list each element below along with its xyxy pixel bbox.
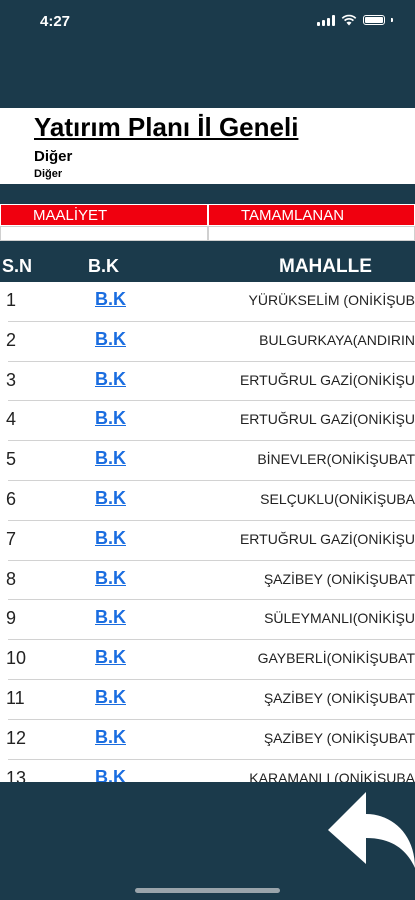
- header-panel: Yatırım Planı İl Geneli Diğer Diğer: [0, 108, 415, 184]
- row-mahalle: GAYBERLİ(ONİKİŞUBAT: [257, 650, 415, 667]
- row-bk-link[interactable]: B.K: [95, 488, 126, 509]
- row-bk-link[interactable]: B.K: [95, 289, 126, 310]
- row-sn: 13: [6, 767, 27, 782]
- home-indicator: [135, 888, 280, 893]
- wifi-icon: [341, 14, 357, 26]
- back-arrow-icon: [328, 792, 415, 868]
- column-header-bk: B.K: [88, 256, 119, 276]
- status-icons: [317, 14, 393, 26]
- row-bk-link[interactable]: B.K: [95, 767, 126, 782]
- table-row: 4 B.K ERTUĞRUL GAZİ(ONİKİŞU: [0, 401, 415, 441]
- table-row: 13 B.K KARAMANLI (ONİKİŞUBA: [0, 760, 415, 782]
- row-mahalle: SÜLEYMANLI(ONİKİŞU: [264, 610, 415, 627]
- row-bk-link[interactable]: B.K: [95, 607, 126, 628]
- table-row: 9 B.K SÜLEYMANLI(ONİKİŞU: [0, 600, 415, 640]
- row-bk-link[interactable]: B.K: [95, 408, 126, 429]
- row-bk-link[interactable]: B.K: [95, 369, 126, 390]
- row-bk-link[interactable]: B.K: [95, 687, 126, 708]
- battery-icon: [363, 15, 385, 25]
- status-time: 4:27: [40, 13, 71, 30]
- row-mahalle: ŞAZİBEY (ONİKİŞUBAT: [263, 729, 415, 746]
- row-sn: 6: [6, 488, 17, 509]
- table-row: 5 B.K BİNEVLER(ONİKİŞUBAT: [0, 441, 415, 481]
- row-sn: 2: [6, 329, 17, 350]
- row-bk-link[interactable]: B.K: [95, 448, 126, 469]
- row-sn: 5: [6, 449, 17, 470]
- row-mahalle: KARAMANLI (ONİKİŞUBA: [249, 769, 415, 782]
- table-row: 2 B.K BULGURKAYA(ANDIRIN: [0, 322, 415, 362]
- row-mahalle: ŞAZİBEY (ONİKİŞUBAT: [263, 570, 415, 587]
- summary-values: [0, 226, 415, 241]
- row-sn: 7: [6, 528, 17, 549]
- table-row: 1 B.K YÜRÜKSELİM (ONİKİŞUB: [0, 282, 415, 322]
- summary-header-tamamlanan: TAMAMLANAN: [208, 204, 415, 226]
- battery-tip: [391, 18, 393, 22]
- subtitle: Diğer: [34, 148, 73, 165]
- row-sn: 10: [6, 648, 27, 669]
- cellular-signal-icon: [317, 14, 335, 26]
- row-mahalle: ŞAZİBEY (ONİKİŞUBAT: [263, 689, 415, 706]
- row-sn: 8: [6, 568, 17, 589]
- row-bk-link[interactable]: B.K: [95, 727, 126, 748]
- row-mahalle: SELÇUKLU(ONİKİŞUBA: [260, 490, 415, 507]
- column-header-sn: S.N: [2, 256, 33, 276]
- row-bk-link[interactable]: B.K: [95, 528, 126, 549]
- bottom-bar: [0, 782, 415, 900]
- table-body[interactable]: 1 B.K YÜRÜKSELİM (ONİKİŞUB 2 B.K BULGURK…: [0, 282, 415, 782]
- column-header-mahalle: MAHALLE: [279, 256, 372, 277]
- subtitle-small: Diğer: [34, 168, 63, 180]
- row-mahalle: ERTUĞRUL GAZİ(ONİKİŞU: [239, 411, 415, 428]
- table-row: 6 B.K SELÇUKLU(ONİKİŞUBA: [0, 481, 415, 521]
- table-row: 3 B.K ERTUĞRUL GAZİ(ONİKİŞU: [0, 362, 415, 402]
- table-header: S.N B.K MAHALLE: [0, 250, 415, 282]
- row-sn: 12: [6, 727, 27, 748]
- row-sn: 4: [6, 409, 17, 430]
- table-row: 8 B.K ŞAZİBEY (ONİKİŞUBAT: [0, 561, 415, 601]
- row-bk-link[interactable]: B.K: [95, 568, 126, 589]
- summary-value-maliyet: [0, 226, 208, 241]
- status-bar: 4:27: [0, 0, 415, 44]
- table-row: 10 B.K GAYBERLİ(ONİKİŞUBAT: [0, 640, 415, 680]
- row-mahalle: BULGURKAYA(ANDIRIN: [259, 331, 415, 348]
- row-sn: 9: [6, 608, 17, 629]
- summary-header-maliyet: MAALİYET: [0, 204, 208, 226]
- row-bk-link[interactable]: B.K: [95, 329, 126, 350]
- table-row: 11 B.K ŞAZİBEY (ONİKİŞUBAT: [0, 680, 415, 720]
- table-row: 12 B.K ŞAZİBEY (ONİKİŞUBAT: [0, 720, 415, 760]
- row-mahalle: ERTUĞRUL GAZİ(ONİKİŞU: [239, 371, 415, 388]
- page-title: Yatırım Planı İl Geneli: [34, 112, 299, 142]
- row-sn: 1: [6, 290, 17, 310]
- table-row: 7 B.K ERTUĞRUL GAZİ(ONİKİŞU: [0, 521, 415, 561]
- row-mahalle: YÜRÜKSELİM (ONİKİŞUB: [248, 292, 415, 308]
- row-mahalle: BİNEVLER(ONİKİŞUBAT: [257, 451, 415, 468]
- row-sn: 3: [6, 369, 17, 390]
- row-sn: 11: [6, 687, 25, 708]
- row-bk-link[interactable]: B.K: [95, 647, 126, 668]
- summary-value-tamamlanan: [208, 226, 415, 241]
- row-mahalle: ERTUĞRUL GAZİ(ONİKİŞU: [239, 530, 415, 547]
- back-button[interactable]: [322, 786, 415, 878]
- summary-header: MAALİYET TAMAMLANAN: [0, 204, 415, 226]
